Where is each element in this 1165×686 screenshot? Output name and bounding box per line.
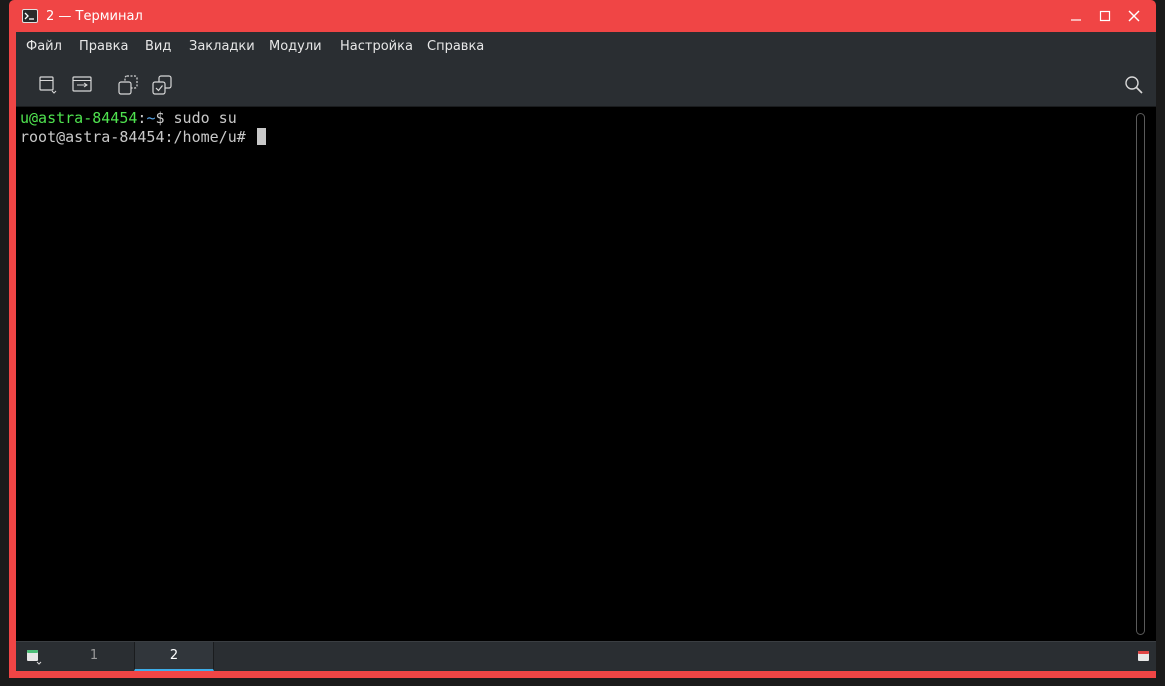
terminal-line-2: root@astra-84454:/home/u# [20, 128, 266, 147]
typed-command: sudo su [173, 109, 237, 127]
close-tab-button[interactable] [1137, 649, 1151, 663]
split-view-button[interactable] [70, 73, 94, 97]
window-title: 2 — Терминал [46, 9, 143, 24]
close-icon [1128, 10, 1140, 22]
new-tab-button[interactable] [36, 73, 60, 97]
paste-icon [152, 75, 172, 95]
toolbar [16, 62, 1156, 107]
tab-1[interactable]: 1 [55, 642, 133, 671]
prompt-symbol: $ [155, 109, 174, 127]
menu-help[interactable]: Справка [427, 39, 484, 55]
terminal-line-1: u@astra-84454:~$ sudo su [20, 109, 237, 128]
tab-2[interactable]: 2 [134, 642, 214, 671]
close-button[interactable] [1124, 6, 1144, 26]
menu-bookmarks[interactable]: Закладки [189, 39, 255, 55]
menu-bar: Файл Правка Вид Закладки Модули Настройк… [16, 32, 1156, 62]
prompt-user-host: u@astra-84454 [20, 109, 138, 127]
close-tab-icon [1138, 651, 1149, 661]
split-view-icon [72, 76, 92, 92]
maximize-button[interactable] [1095, 6, 1115, 26]
menu-file[interactable]: Файл [26, 39, 62, 55]
new-tab-icon [39, 76, 57, 94]
tab-menu-icon [27, 650, 42, 665]
menu-edit[interactable]: Правка [79, 39, 128, 55]
search-button[interactable] [1122, 73, 1146, 97]
tab-bar: 1 2 [16, 641, 1156, 671]
paste-button[interactable] [150, 73, 174, 97]
terminal-icon [22, 9, 38, 23]
text-cursor [256, 128, 266, 145]
scrollbar[interactable] [1136, 113, 1145, 635]
menu-view[interactable]: Вид [145, 39, 171, 55]
root-prompt: root@astra-84454:/home/u# [20, 128, 255, 146]
new-tab-menu-button[interactable] [26, 649, 42, 665]
maximize-icon [1099, 10, 1111, 22]
minimize-icon [1071, 19, 1081, 21]
terminal-window: 2 — Терминал Файл Правка Вид Закладки Мо… [9, 0, 1156, 678]
copy-icon [118, 75, 138, 95]
search-icon [1125, 76, 1143, 94]
title-bar[interactable]: 2 — Терминал [9, 0, 1156, 32]
copy-button[interactable] [116, 73, 140, 97]
menu-plugins[interactable]: Модули [269, 39, 322, 55]
terminal-output[interactable]: u@astra-84454:~$ sudo su root@astra-8445… [16, 107, 1156, 641]
menu-settings[interactable]: Настройка [340, 39, 413, 55]
minimize-button[interactable] [1066, 6, 1086, 26]
